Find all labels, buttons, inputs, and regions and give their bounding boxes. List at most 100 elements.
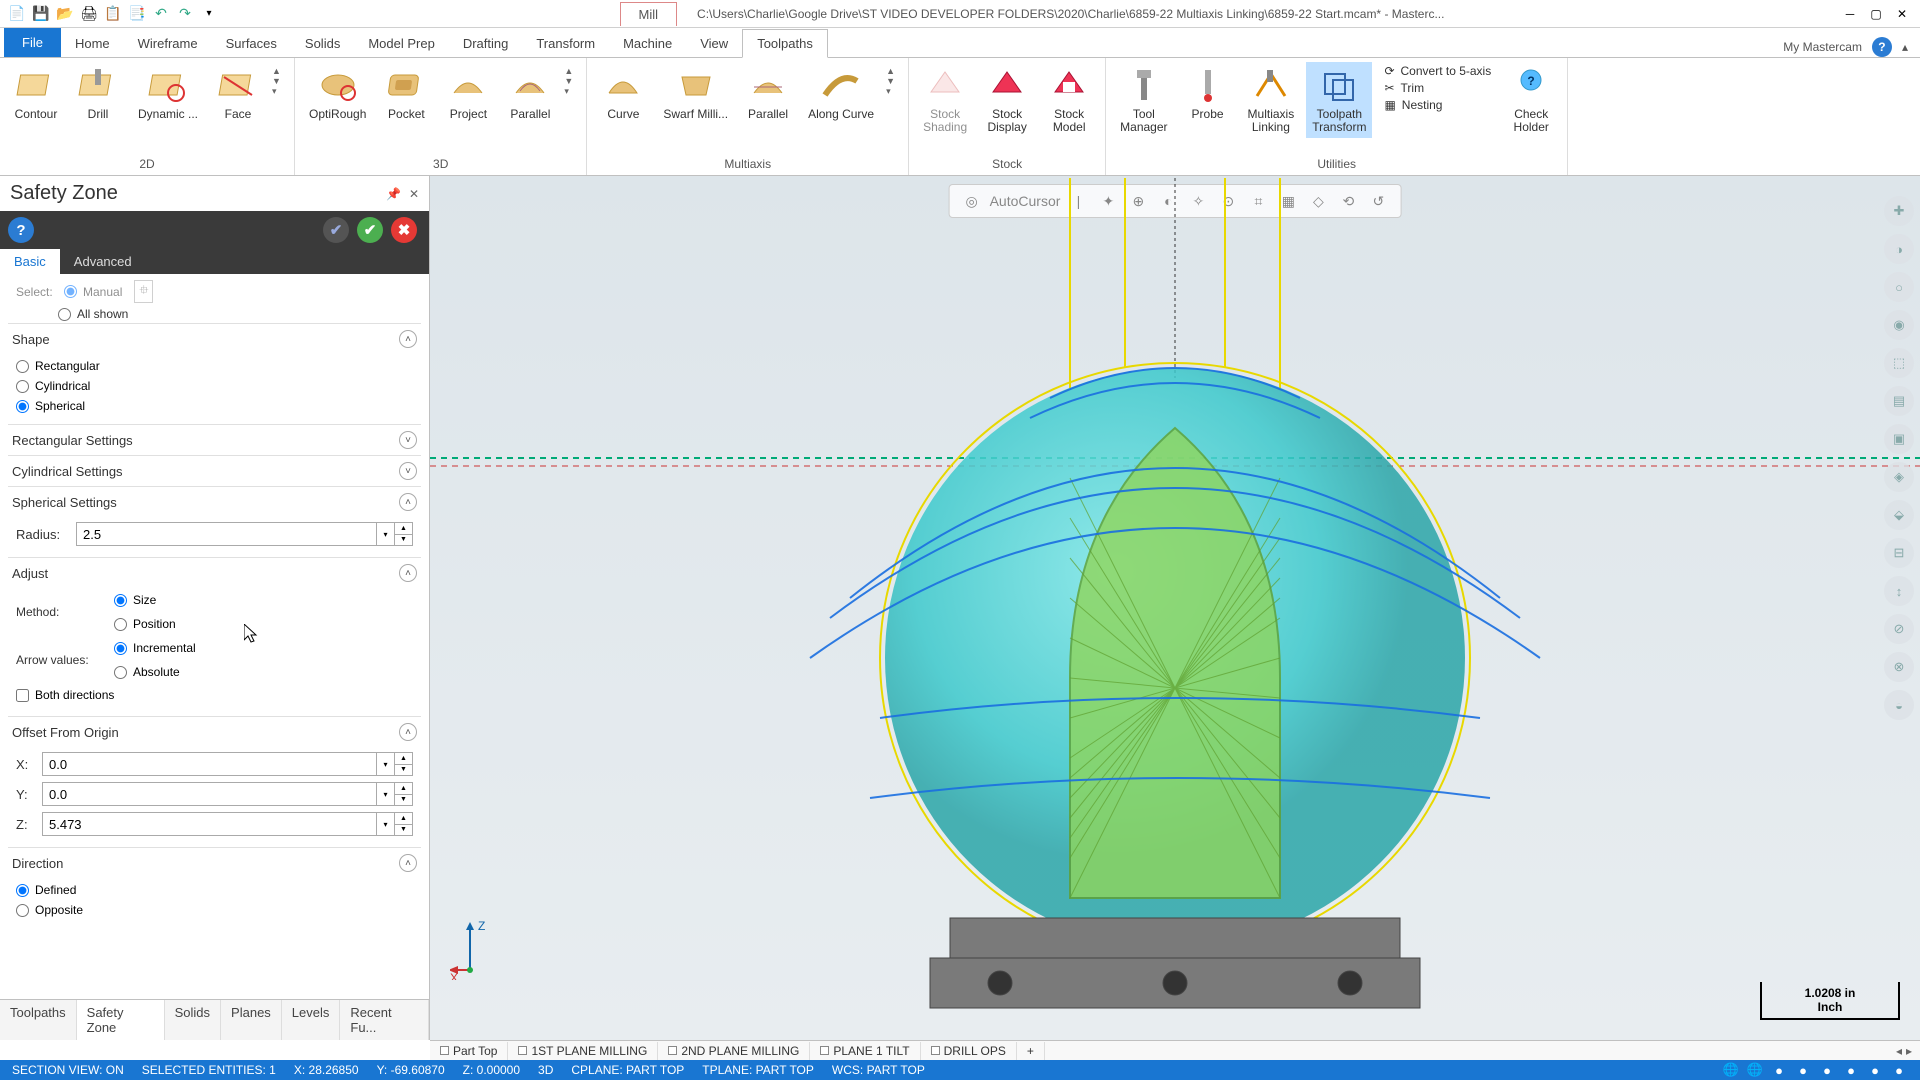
status-dot-icon[interactable]: ● <box>1770 1063 1788 1077</box>
multiaxis-linking-button[interactable]: Multiaxis Linking <box>1242 62 1301 138</box>
status-mode[interactable]: 3D <box>538 1063 553 1077</box>
view-tab-add[interactable]: + <box>1017 1042 1045 1060</box>
my-mastercam-link[interactable]: My Mastercam <box>1783 40 1862 54</box>
radius-spinner[interactable]: ▲▼ <box>394 523 412 545</box>
tab-view[interactable]: View <box>686 30 742 57</box>
viewport[interactable]: ◎ AutoCursor | ✦ ⊕ ◐ ✧ ⊙ ⌗ ▦ ◇ ⟲ ↺ <box>430 176 1920 1040</box>
rectangular-settings-header[interactable]: Rectangular Settings ˅ <box>8 424 421 455</box>
offset-header[interactable]: Offset From Origin ˄ <box>8 716 421 747</box>
convert-5axis-button[interactable]: ⟳Convert to 5-axis <box>1384 64 1491 78</box>
multiaxis-gallery-dropdown[interactable]: ▲▼▾ <box>886 62 900 101</box>
offset-z-input[interactable] <box>43 813 376 835</box>
tab-toolpaths[interactable]: Toolpaths <box>742 29 828 58</box>
view-tool-icon[interactable]: ✚ <box>1884 196 1914 226</box>
swarf-milling-button[interactable]: Swarf Milli... <box>657 62 734 125</box>
view-tool-icon[interactable]: ○ <box>1884 272 1914 302</box>
tab-solids[interactable]: Solids <box>291 30 354 57</box>
save-icon[interactable]: 💾 <box>32 5 50 23</box>
chevron-up-icon[interactable]: ˄ <box>399 564 417 582</box>
view-tab-part-top[interactable]: Part Top <box>430 1042 508 1060</box>
method-position[interactable]: Position <box>114 614 413 634</box>
close-button[interactable]: ✕ <box>1890 5 1914 23</box>
shape-header[interactable]: Shape ˄ <box>8 323 421 354</box>
face-button[interactable]: Face <box>210 62 266 125</box>
panel-cancel-button[interactable]: ✖ <box>391 217 417 243</box>
parallel-3d-button[interactable]: Parallel <box>502 62 558 125</box>
view-tab-1st-plane[interactable]: 1ST PLANE MILLING <box>508 1042 658 1060</box>
view-tool-icon[interactable]: ◉ <box>1884 310 1914 340</box>
shape-rectangular[interactable]: Rectangular <box>16 356 413 376</box>
status-globe-icon[interactable]: 🌐 <box>1746 1063 1764 1077</box>
panel-help-button[interactable]: ? <box>8 217 34 243</box>
status-wcs[interactable]: WCS: PART TOP <box>832 1063 925 1077</box>
collapse-ribbon-icon[interactable]: ▴ <box>1902 40 1908 54</box>
project-button[interactable]: Project <box>440 62 496 125</box>
pocket-button[interactable]: Pocket <box>378 62 434 125</box>
tool-manager-button[interactable]: Tool Manager <box>1114 62 1173 138</box>
stock-display-button[interactable]: Stock Display <box>979 62 1035 138</box>
trim-button[interactable]: ✂Trim <box>1384 81 1491 95</box>
tab-drafting[interactable]: Drafting <box>449 30 523 57</box>
manager-tab-recent[interactable]: Recent Fu... <box>340 1000 429 1040</box>
open-icon[interactable]: 📂 <box>56 5 74 23</box>
status-dot-icon[interactable]: ● <box>1842 1063 1860 1077</box>
view-tool-icon[interactable]: ▤ <box>1884 386 1914 416</box>
view-tool-icon[interactable]: ⊗ <box>1884 652 1914 682</box>
adjust-header[interactable]: Adjust ˄ <box>8 557 421 588</box>
help-icon[interactable]: ? <box>1872 37 1892 57</box>
view-tool-icon[interactable]: ⊟ <box>1884 538 1914 568</box>
view-tool-icon[interactable]: ◈ <box>1884 462 1914 492</box>
qat-more-icon[interactable]: ▾ <box>200 5 218 23</box>
nesting-button[interactable]: ▦Nesting <box>1384 98 1491 112</box>
chevron-down-icon[interactable]: ˅ <box>399 431 417 449</box>
select-manual-row[interactable]: Select:Manual ⯐ <box>8 278 421 305</box>
select-all-shown-radio[interactable] <box>58 308 71 321</box>
status-globe-icon[interactable]: 🌐 <box>1722 1063 1740 1077</box>
chevron-up-icon[interactable]: ˄ <box>399 330 417 348</box>
panel-close-icon[interactable]: ✕ <box>409 187 419 201</box>
spinner[interactable]: ▲▼ <box>394 783 412 805</box>
view-tool-icon[interactable]: ⬙ <box>1884 500 1914 530</box>
view-tool-icon[interactable]: ↕ <box>1884 576 1914 606</box>
cylindrical-settings-header[interactable]: Cylindrical Settings ˅ <box>8 455 421 486</box>
drill-button[interactable]: Drill <box>70 62 126 125</box>
toolpath-transform-button[interactable]: Toolpath Transform <box>1306 62 1372 138</box>
direction-defined[interactable]: Defined <box>16 880 413 900</box>
probe-button[interactable]: Probe <box>1180 62 1236 125</box>
parallel-multiaxis-button[interactable]: Parallel <box>740 62 796 125</box>
3d-gallery-dropdown[interactable]: ▲▼▾ <box>564 62 578 101</box>
method-size[interactable]: Size <box>114 590 413 610</box>
manager-tab-safety-zone[interactable]: Safety Zone <box>77 1000 165 1040</box>
status-dot-icon[interactable]: ● <box>1818 1063 1836 1077</box>
view-tool-icon[interactable]: ▣ <box>1884 424 1914 454</box>
spherical-settings-header[interactable]: Spherical Settings ˄ <box>8 486 421 517</box>
chevron-down-icon[interactable]: ˅ <box>399 462 417 480</box>
view-tab-drill-ops[interactable]: DRILL OPS <box>921 1042 1017 1060</box>
arrow-absolute[interactable]: Absolute <box>114 662 413 682</box>
shape-spherical[interactable]: Spherical <box>16 396 413 416</box>
stock-model-button[interactable]: Stock Model <box>1041 62 1097 138</box>
view-tool-icon[interactable]: ◒ <box>1884 690 1914 720</box>
panel-back-button[interactable]: ✔ <box>323 217 349 243</box>
optirough-button[interactable]: OptiRough <box>303 62 372 125</box>
check-holder-button[interactable]: ? Check Holder <box>1503 62 1559 138</box>
pin-icon[interactable]: 📌 <box>386 187 401 201</box>
status-dot-icon[interactable]: ● <box>1890 1063 1908 1077</box>
manager-tab-toolpaths[interactable]: Toolpaths <box>0 1000 77 1040</box>
status-tplane[interactable]: TPLANE: PART TOP <box>702 1063 814 1077</box>
along-curve-button[interactable]: Along Curve <box>802 62 880 125</box>
select-manual-radio[interactable] <box>64 285 77 298</box>
panel-ok-button[interactable]: ✔ <box>357 217 383 243</box>
status-section-view[interactable]: SECTION VIEW: ON <box>12 1063 124 1077</box>
chevron-up-icon[interactable]: ˄ <box>399 493 417 511</box>
arrow-incremental[interactable]: Incremental <box>114 638 413 658</box>
status-dot-icon[interactable]: ● <box>1794 1063 1812 1077</box>
dropdown-icon[interactable]: ▾ <box>376 783 394 805</box>
tab-surfaces[interactable]: Surfaces <box>212 30 291 57</box>
chevron-up-icon[interactable]: ˄ <box>399 723 417 741</box>
direction-header[interactable]: Direction ˄ <box>8 847 421 878</box>
radius-input[interactable] <box>77 523 376 545</box>
status-cplane[interactable]: CPLANE: PART TOP <box>571 1063 684 1077</box>
both-directions-checkbox[interactable]: Both directions <box>16 682 413 708</box>
dropdown-icon[interactable]: ▾ <box>376 813 394 835</box>
